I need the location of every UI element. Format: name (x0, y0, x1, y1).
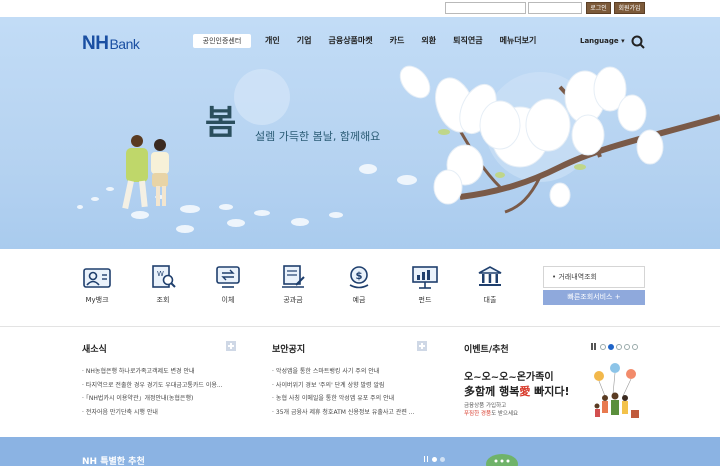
transfer-icon (216, 266, 240, 288)
event-sub-line: 금융상품 가입하고 (464, 403, 507, 409)
quick-label: 조회 (156, 296, 170, 304)
svg-text:$: $ (356, 271, 363, 282)
utility-bar: 로그인 회원가입 (0, 0, 720, 17)
news-more-icon[interactable] (226, 341, 236, 351)
bank-building-icon (478, 266, 502, 286)
spring-calligraphy: 봄 (205, 103, 237, 143)
news-list: NH농협은행 하나로가족고객제도 변경 안내 타지역으로 전출한 경우 경기도 … (82, 365, 242, 419)
quick-label: My뱅크 (85, 296, 109, 304)
hero-slogan: 설렘 가득한 봄날, 함께해요 (255, 130, 381, 143)
nav-product-market[interactable]: 금융상품마켓 (328, 35, 372, 46)
family-illustration (594, 363, 639, 418)
news-item[interactable]: NH농협은행 하나로가족고객제도 변경 안내 (82, 365, 242, 379)
carousel-dot-active[interactable] (608, 343, 614, 350)
hero-banner[interactable]: NHBank 공인인증센터 개인 기업 금융상품마켓 카드 외환 퇴직연금 메뉴… (0, 17, 720, 249)
security-item[interactable]: 농협 사칭 이메일을 통한 악성앱 유포 주의 안내 (272, 392, 432, 406)
pause-icon[interactable] (591, 343, 596, 350)
nav-forex[interactable]: 외환 (421, 35, 436, 46)
pause-icon[interactable] (424, 456, 428, 462)
security-item[interactable]: 35개 금융사 제휴 청호ATM 신용정보 유출사고 관련 ... (272, 406, 432, 420)
special-recommend-band: NH 특별한 추천 (0, 437, 720, 466)
language-select[interactable]: Language ▾ (580, 37, 625, 45)
security-title: 보안공지 (272, 345, 306, 355)
carousel-dot[interactable] (624, 343, 630, 350)
nav-personal[interactable]: 개인 (265, 35, 280, 46)
quick-mybank[interactable]: My뱅크 (72, 265, 122, 305)
quick-label: 펀드 (418, 296, 432, 304)
nav-more-menu[interactable]: 메뉴더보기 (500, 35, 537, 46)
security-item[interactable]: 사이버위기 경보 '주의' 단계 상향 발령 알림 (272, 379, 432, 393)
join-button[interactable]: 회원가입 (614, 2, 645, 14)
event-subtext: 금융상품 가입하고 푸짐한 경품도 받으세요 (464, 402, 518, 418)
logo-main-text: NH (82, 33, 109, 54)
password-field[interactable] (528, 2, 582, 14)
quick-inquiry[interactable]: W 조회 (138, 265, 188, 305)
quick-label: 이체 (221, 296, 235, 304)
quick-menu: My뱅크 W 조회 이체 공과금 $ 예금 펀드 대출 • 거래내역조회 빠른조… (0, 249, 720, 327)
security-item[interactable]: 악성앱을 통한 스마트뱅킹 사기 주의 안내 (272, 365, 432, 379)
nh-bank-logo[interactable]: NHBank (82, 33, 140, 55)
quick-label: 예금 (352, 296, 366, 304)
news-title: 새소식 (82, 345, 107, 355)
fast-lookup-button[interactable]: 빠른조회서비스 + (543, 290, 645, 305)
quick-label: 대출 (483, 296, 497, 304)
carousel-dot-active[interactable] (432, 456, 437, 462)
chat-bubble-icon (486, 454, 518, 466)
deposit-icon: $ (349, 266, 369, 289)
carousel-dot[interactable] (440, 456, 445, 462)
main-nav: 개인 기업 금융상품마켓 카드 외환 퇴직연금 메뉴더보기 (265, 35, 553, 46)
headline-love: 愛 (519, 385, 531, 398)
quick-transfer[interactable]: 이체 (203, 265, 253, 305)
account-history-link[interactable]: • 거래내역조회 (543, 266, 645, 288)
user-id-field[interactable] (445, 2, 526, 14)
carousel-dot[interactable] (600, 343, 606, 350)
headline-part: 빠지다! (530, 385, 570, 398)
chart-board-icon (412, 266, 438, 289)
special-recommend-title: NH 특별한 추천 (82, 457, 145, 466)
quick-bills[interactable]: 공과금 (268, 265, 318, 305)
nav-card[interactable]: 카드 (390, 35, 405, 46)
security-list: 악성앱을 통한 스마트뱅킹 사기 주의 안내 사이버위기 경보 '주의' 단계 … (272, 365, 432, 419)
cert-center-button[interactable]: 공인인증센터 (193, 34, 251, 48)
nav-corporate[interactable]: 기업 (297, 35, 312, 46)
event-headline[interactable]: 오~오~오~온가족이 (464, 368, 554, 383)
carousel-dot[interactable] (632, 343, 638, 350)
news-item[interactable]: 「NH법카시 이용약관」개정안내(농협은행) (82, 392, 242, 406)
svg-text:W: W (157, 270, 164, 278)
recommend-carousel-controls (424, 456, 448, 462)
event-title: 이벤트/추천 (464, 345, 509, 355)
security-more-icon[interactable] (417, 341, 427, 351)
quick-fund[interactable]: 펀드 (400, 265, 450, 305)
bill-icon (282, 265, 305, 288)
news-item[interactable]: 전자어음 만기단축 시행 안내 (82, 406, 242, 420)
headline-part: 多함께 행복 (464, 385, 520, 398)
quick-deposit[interactable]: $ 예금 (334, 265, 384, 305)
event-sub-line: 도 받으세요 (491, 411, 519, 417)
event-prize: 푸짐한 경품 (464, 411, 492, 417)
carousel-dot[interactable] (616, 343, 622, 350)
event-headline-2[interactable]: 多함께 행복愛 빠지다! (464, 383, 570, 399)
quick-loan[interactable]: 대출 (465, 265, 515, 305)
nav-pension[interactable]: 퇴직연금 (453, 35, 482, 46)
logo-sub-text: Bank (109, 36, 140, 52)
quick-label: 공과금 (283, 296, 303, 304)
user-card-icon (83, 268, 111, 288)
document-search-icon: W (152, 265, 176, 288)
event-carousel-controls (591, 343, 640, 350)
login-button[interactable]: 로그인 (586, 2, 611, 14)
search-icon[interactable] (631, 35, 645, 49)
news-item[interactable]: 타지역으로 전출한 경우 경기도 우대금고통카드 이용... (82, 379, 242, 393)
